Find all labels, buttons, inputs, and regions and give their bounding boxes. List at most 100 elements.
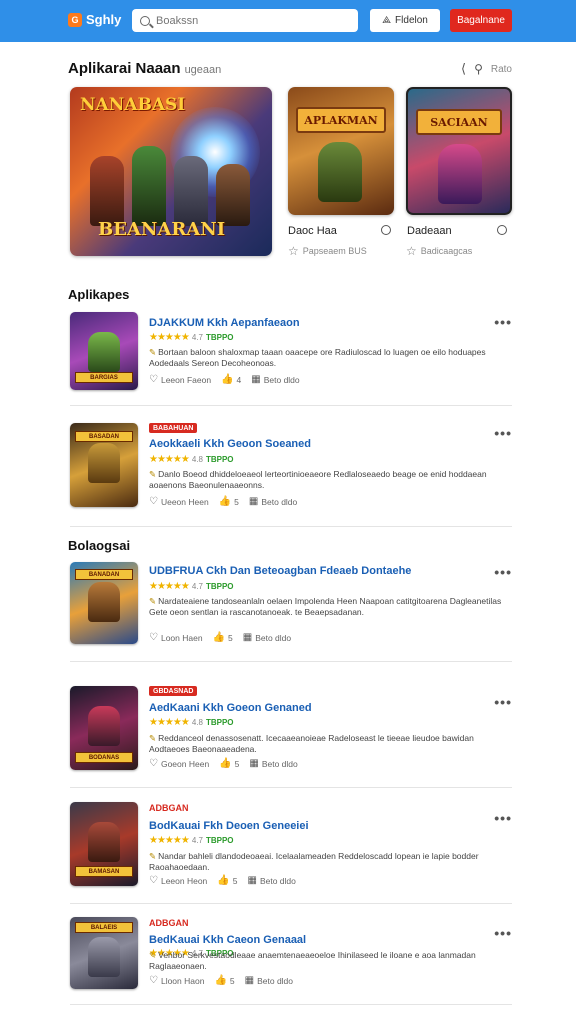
- app-thumbnail[interactable]: BASADAN: [70, 423, 138, 507]
- app-thumbnail[interactable]: BANADAN: [70, 562, 138, 644]
- tag-icon: ✎: [149, 347, 157, 357]
- thumbs-up-icon: 👍: [221, 374, 234, 385]
- thumbnail-figure: [88, 706, 120, 746]
- like-label: Goeon Heen: [160, 758, 210, 769]
- list-item[interactable]: BASADAN BABAHUAN Aeokkaeli Kkh Geoon Soe…: [70, 423, 512, 507]
- list-item[interactable]: BANADAN UDBFRUA Ckh Dan Beteoagban Fdeae…: [70, 562, 512, 644]
- date-button[interactable]: ▦ Beto dldo: [245, 975, 293, 986]
- header-secondary-button[interactable]: ⟁ Fldelon: [370, 9, 440, 32]
- like-button[interactable]: ♡ Ueeon Heen: [149, 496, 209, 507]
- app-logo[interactable]: G Sghly: [68, 12, 121, 27]
- vote-button[interactable]: 👍 5: [217, 875, 237, 886]
- thumbnail-figure: [88, 332, 120, 372]
- thumbnail-banner: BODANAS: [75, 752, 133, 763]
- pin-icon[interactable]: ⚲: [474, 62, 483, 76]
- list-item[interactable]: BARGIAS DJAKKUM Kkh Aepanfaeaon ★★★★★ 4.…: [70, 312, 512, 392]
- more-options-icon[interactable]: •••: [494, 810, 512, 826]
- app-description-text: Danlo Boeod dhiddeloeaeol lerteortinioea…: [149, 469, 487, 490]
- date-button[interactable]: ▦ Beto dldo: [249, 758, 297, 769]
- more-options-icon[interactable]: •••: [494, 425, 512, 441]
- search-icon[interactable]: [381, 225, 391, 235]
- app-title[interactable]: BodKauai Fkh Deoen Geneeiei: [149, 820, 309, 832]
- like-button[interactable]: ♡ Loon Haen: [149, 632, 203, 643]
- tag-icon: ✎: [149, 851, 157, 861]
- date-button[interactable]: ▦ Beto dldo: [247, 875, 295, 886]
- star-outline-icon[interactable]: ☆: [406, 244, 417, 258]
- date-label: Beto dldo: [255, 632, 292, 643]
- more-options-icon[interactable]: •••: [494, 564, 512, 580]
- divider: [70, 405, 512, 406]
- app-title[interactable]: UDBFRUA Ckh Dan Beteoagban Fdeaeb Dontae…: [149, 565, 411, 577]
- like-button[interactable]: ♡ Goeon Heen: [149, 758, 209, 769]
- date-label: Beto dldo: [263, 374, 300, 385]
- search-input[interactable]: [156, 14, 346, 27]
- date-button[interactable]: ▦ Beto dldo: [243, 632, 291, 643]
- featured-card-1[interactable]: APLAKMAN: [288, 87, 394, 215]
- more-options-icon[interactable]: •••: [494, 694, 512, 710]
- list-item[interactable]: BODANAS GBDASNAD AedKaani Kkh Goeon Gena…: [70, 686, 512, 770]
- thumbnail-figure: [88, 443, 120, 483]
- calendar-icon: ▦: [248, 496, 259, 507]
- app-thumbnail[interactable]: BODANAS: [70, 686, 138, 770]
- vote-button[interactable]: 👍 5: [219, 496, 239, 507]
- heart-icon: ♡: [149, 496, 158, 507]
- app-title[interactable]: Aeokkaeli Kkh Geoon Soeaned: [149, 438, 311, 450]
- date-button[interactable]: ▦ Beto dldo: [249, 496, 297, 507]
- app-title[interactable]: BedKauai Kkh Caeon Genaaal: [149, 934, 306, 946]
- thumbs-up-icon: 👍: [214, 975, 227, 986]
- vote-button[interactable]: 👍 5: [213, 632, 233, 643]
- app-rating: ★★★★★ 4.7 TBPPO: [149, 332, 234, 343]
- like-button[interactable]: ♡ Leeon Faeon: [149, 374, 211, 385]
- more-options-icon[interactable]: •••: [494, 314, 512, 330]
- calendar-icon: ▦: [247, 875, 257, 886]
- app-title[interactable]: AedKaani Kkh Goeon Genaned: [149, 702, 312, 714]
- tag-icon: ✎: [149, 950, 157, 960]
- heart-icon: ♡: [149, 975, 158, 986]
- app-thumbnail[interactable]: BARGIAS: [70, 312, 138, 390]
- like-button[interactable]: ♡ Leeon Heon: [149, 875, 207, 886]
- logo-text: Sghly: [86, 12, 122, 27]
- search-icon[interactable]: [497, 225, 507, 235]
- vote-count: 5: [228, 632, 233, 643]
- date-label: Beto dldo: [261, 496, 298, 507]
- like-button[interactable]: ♡ Lloon Haon: [149, 975, 204, 986]
- app-description-text: Bortaan baloon shaloxmap taaan oaacepe o…: [149, 347, 486, 368]
- like-label: Ueeon Heen: [160, 496, 209, 507]
- vote-button[interactable]: 👍 5: [214, 975, 234, 986]
- app-title[interactable]: DJAKKUM Kkh Aepanfaeaon: [149, 317, 300, 329]
- search-box[interactable]: [132, 9, 358, 32]
- status-badge: ADBGAN: [149, 918, 189, 928]
- thumbs-up-icon: 👍: [219, 758, 232, 769]
- list-item[interactable]: BALAEIS ADBGAN BedKauai Kkh Caeon Genaaa…: [70, 917, 512, 991]
- thumbnail-figure: [88, 582, 120, 622]
- app-price: TBPPO: [205, 582, 234, 591]
- app-thumbnail[interactable]: BALAEIS: [70, 917, 138, 989]
- list-item[interactable]: BAMASAN ADBGAN BodKauai Fkh Deoen Geneei…: [70, 802, 512, 886]
- tag-icon: ✎: [149, 596, 157, 606]
- featured-card-2-banner: SACIAAN: [416, 109, 502, 135]
- more-options-icon[interactable]: •••: [494, 925, 512, 941]
- featured-action-label[interactable]: Rato: [491, 64, 512, 75]
- star-outline-icon[interactable]: ☆: [288, 244, 299, 258]
- star-rating-icon: ★★★★★: [149, 835, 190, 846]
- divider: [70, 661, 512, 662]
- share-icon[interactable]: ⟨: [461, 61, 466, 77]
- app-actions: ♡ Leeon Heon 👍 5 ▦ Beto dldo: [149, 875, 296, 886]
- header-primary-button[interactable]: Bagalnane: [450, 9, 512, 32]
- tag-icon: ✎: [149, 469, 157, 479]
- vote-button[interactable]: 👍 4: [221, 374, 241, 385]
- app-price: TBPPO: [205, 836, 234, 845]
- date-button[interactable]: ▦ Beto dldo: [251, 374, 299, 385]
- featured-card-1-meta-text: Papseaem BUS: [302, 246, 367, 256]
- logo-icon: G: [68, 12, 82, 27]
- app-description-text: Venbor Serkvestaodleaae anaemtenaeaeoelo…: [149, 950, 476, 971]
- app-thumbnail[interactable]: BAMASAN: [70, 802, 138, 886]
- vote-button[interactable]: 👍 5: [219, 758, 239, 769]
- app-rating: ★★★★★ 4.8 TBPPO: [149, 717, 234, 728]
- featured-card-2[interactable]: SACIAAN: [406, 87, 512, 215]
- section-header-other: Bolaogsai: [68, 538, 131, 553]
- thumbs-up-icon: 👍: [218, 496, 232, 507]
- like-label: Leeon Faeon: [160, 374, 212, 385]
- featured-card-large[interactable]: NANABASI BEANARANI: [70, 87, 272, 256]
- featured-card-1-figure: [318, 142, 362, 202]
